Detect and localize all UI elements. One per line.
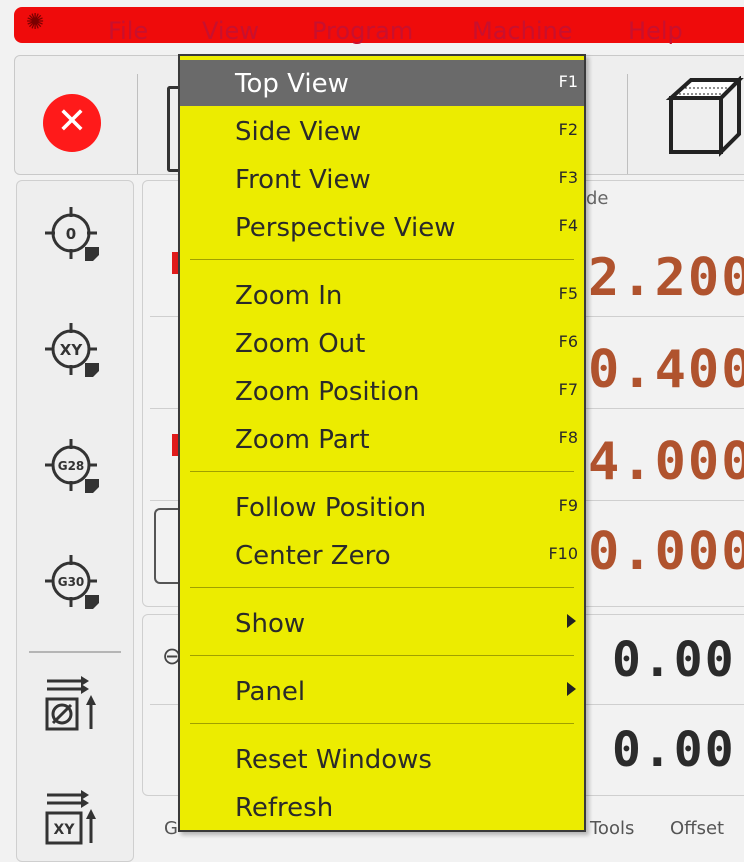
menu-separator (190, 723, 574, 724)
app-logo-icon[interactable]: ✺ (26, 10, 44, 35)
menu-item-refresh[interactable]: Refresh (180, 784, 584, 830)
goto-g28-icon[interactable]: G28 (41, 435, 107, 501)
dro-column-header: de (586, 188, 609, 209)
dro-a-value[interactable]: 0.000 (588, 522, 744, 582)
dro-y-value[interactable]: 0.400 (588, 340, 744, 400)
menu-item-zoom-out[interactable]: Zoom Out F6 (180, 320, 584, 366)
submenu-arrow-icon (567, 682, 576, 696)
menu-separator (190, 471, 574, 472)
submenu-arrow-icon (567, 614, 576, 628)
menu-help[interactable]: Help (628, 18, 683, 44)
dro-z-value[interactable]: 4.000 (588, 432, 744, 492)
goto-panel: 0 XY G28 G30 XY (16, 180, 134, 862)
svg-text:0: 0 (66, 225, 76, 243)
menu-separator (190, 587, 574, 588)
menu-item-show[interactable]: Show (180, 600, 584, 646)
dro-x-value[interactable]: 2.200 (588, 248, 744, 308)
menu-item-zoom-in[interactable]: Zoom In F5 (180, 272, 584, 318)
toolbar-separator (627, 74, 628, 174)
svg-text:G28: G28 (58, 459, 85, 473)
menu-file[interactable]: File (108, 18, 148, 44)
menu-item-follow-position[interactable]: Follow Position F9 (180, 484, 584, 530)
svg-text:XY: XY (54, 822, 76, 838)
menu-program[interactable]: Program (312, 18, 413, 44)
menu-item-front-view[interactable]: Front View F3 (180, 156, 584, 202)
toolbar-separator (137, 74, 138, 174)
menu-item-top-view[interactable]: Top View F1 (180, 60, 584, 106)
goto-zero-icon[interactable]: 0 (41, 203, 107, 269)
menu-view[interactable]: View (202, 18, 259, 44)
menu-item-reset-windows[interactable]: Reset Windows (180, 736, 584, 782)
tab-gcode[interactable]: G (164, 818, 178, 839)
feed-value[interactable]: 0.00 (612, 632, 736, 688)
tab-offset[interactable]: Offset (670, 818, 724, 839)
stop-button[interactable]: ✕ (43, 94, 101, 152)
tab-tools[interactable]: Tools (590, 818, 634, 839)
spindle-value[interactable]: 0.00 (612, 722, 736, 778)
menu-separator (190, 655, 574, 656)
goto-g30-icon[interactable]: G30 (41, 551, 107, 617)
goto-xy-icon[interactable]: XY (41, 319, 107, 385)
svg-text:XY: XY (60, 341, 84, 359)
menu-item-panel[interactable]: Panel (180, 668, 584, 714)
menu-item-center-zero[interactable]: Center Zero F10 (180, 532, 584, 578)
svg-text:G30: G30 (58, 575, 85, 589)
menu-item-zoom-part[interactable]: Zoom Part F8 (180, 416, 584, 462)
menu-separator (190, 259, 574, 260)
zero-xy-icon[interactable]: XY (41, 787, 107, 853)
menu-item-zoom-position[interactable]: Zoom Position F7 (180, 368, 584, 414)
menubar: ✺ File View Program Machine Help (14, 7, 744, 44)
view-menu-dropdown: Top View F1 Side View F2 Front View F3 P… (178, 54, 586, 832)
zero-workpiece-icon[interactable] (41, 673, 107, 739)
panel-divider (29, 651, 121, 653)
perspective-box-icon[interactable] (665, 76, 744, 158)
menu-machine[interactable]: Machine (472, 18, 572, 44)
menu-item-side-view[interactable]: Side View F2 (180, 108, 584, 154)
menu-item-perspective-view[interactable]: Perspective View F4 (180, 204, 584, 250)
